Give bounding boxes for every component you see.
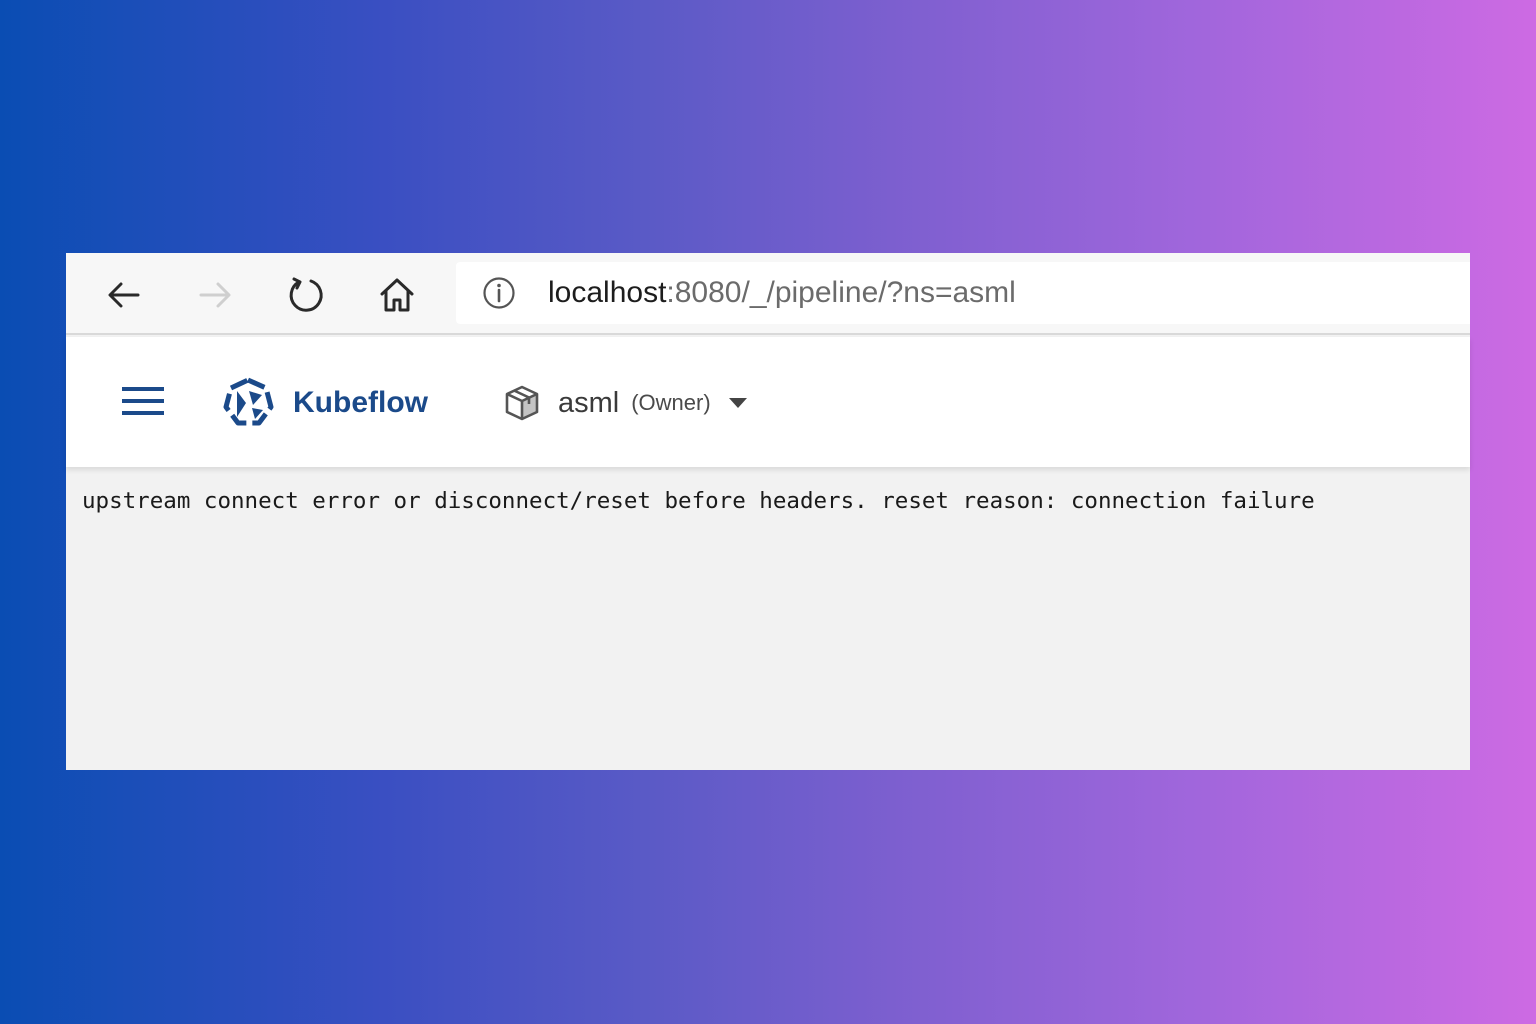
url-text[interactable]: localhost:8080/_/pipeline/?ns=asml xyxy=(548,276,1016,310)
brand-name[interactable]: Kubeflow xyxy=(293,383,428,423)
refresh-icon xyxy=(289,277,323,312)
home-icon xyxy=(380,278,414,312)
forward-button[interactable] xyxy=(193,273,237,317)
kubeflow-logo-icon xyxy=(223,377,274,426)
menu-icon[interactable] xyxy=(118,381,168,421)
info-icon[interactable] xyxy=(482,276,516,310)
namespace-role: (Owner) xyxy=(631,390,711,415)
home-button[interactable] xyxy=(375,273,419,317)
address-bar[interactable]: localhost:8080/_/pipeline/?ns=asml xyxy=(456,262,1470,324)
back-button[interactable] xyxy=(102,273,146,317)
namespace-selector[interactable]: asml (Owner) xyxy=(502,379,749,427)
error-message: upstream connect error or disconnect/res… xyxy=(82,488,1315,514)
browser-window: localhost:8080/_/pipeline/?ns=asml Kubef… xyxy=(66,253,1470,770)
page-background: { "browser": { "url_host": "localhost", … xyxy=(0,0,1536,1024)
url-path: :8080/_/pipeline/?ns=asml xyxy=(666,276,1016,309)
namespace-name: asml xyxy=(558,386,620,419)
url-host: localhost xyxy=(548,276,667,309)
back-arrow-icon xyxy=(108,282,140,308)
browser-toolbar: localhost:8080/_/pipeline/?ns=asml xyxy=(66,253,1470,335)
app-header: Kubeflow asml (Owner) xyxy=(66,337,1470,467)
refresh-button[interactable] xyxy=(284,273,328,317)
namespace-box-icon xyxy=(505,385,539,421)
forward-arrow-icon xyxy=(199,282,231,308)
caret-down-icon xyxy=(728,398,747,408)
